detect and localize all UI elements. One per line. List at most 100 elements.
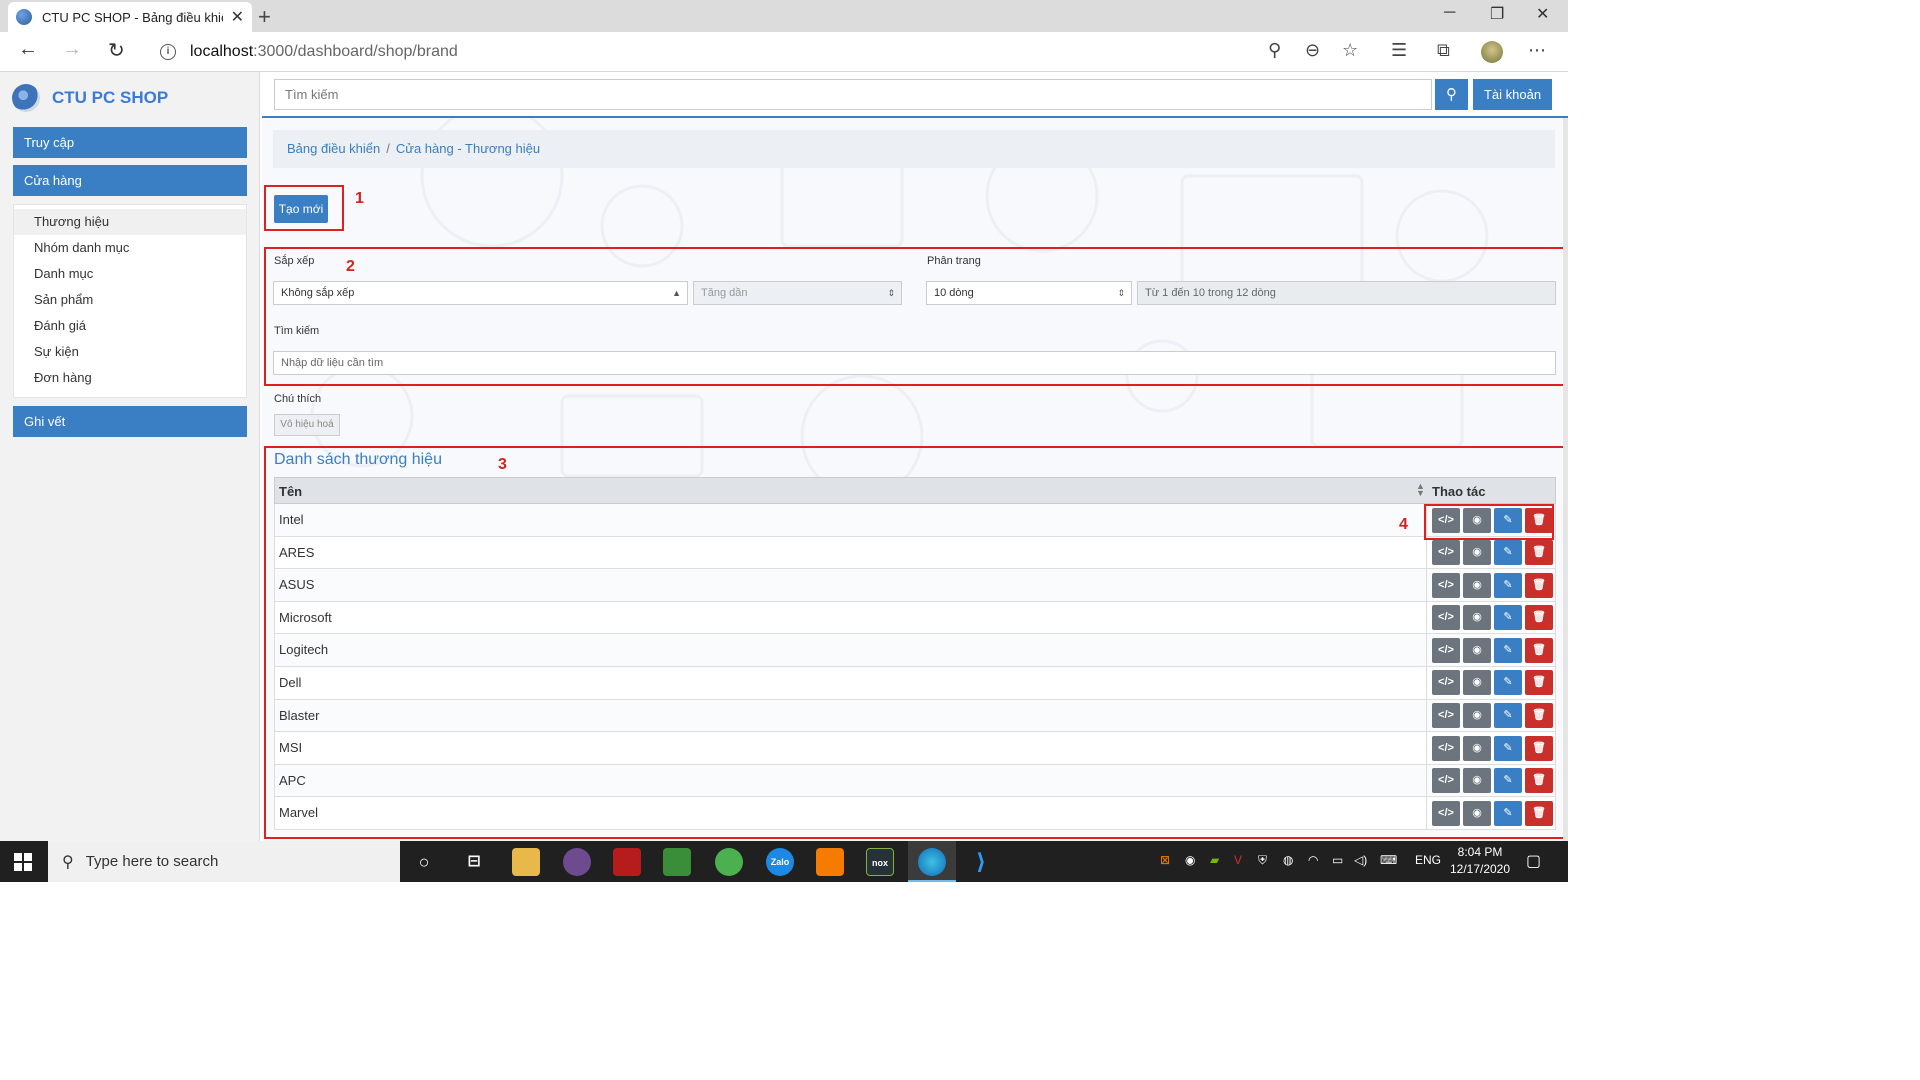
- view-button[interactable]: ◉: [1463, 637, 1491, 663]
- volume-icon[interactable]: ◁): [1354, 853, 1367, 867]
- security-tray-icon[interactable]: ⛨: [1258, 853, 1267, 868]
- delete-button[interactable]: 🗑: [1525, 670, 1553, 696]
- delete-button[interactable]: 🗑: [1525, 572, 1553, 598]
- favorite-star-icon[interactable]: ☆: [1342, 40, 1358, 61]
- edit-button[interactable]: ✎: [1494, 800, 1522, 826]
- forward-icon[interactable]: →: [62, 38, 82, 61]
- close-tab-icon[interactable]: ✕: [231, 7, 244, 27]
- code-button[interactable]: </>: [1432, 605, 1460, 631]
- collections-icon[interactable]: ⧉: [1437, 40, 1450, 61]
- cortana-icon[interactable]: ○: [410, 848, 438, 876]
- taskbar-search[interactable]: ⚲ Type here to search: [48, 841, 400, 882]
- zoom-icon[interactable]: ⊖: [1305, 40, 1320, 61]
- column-header-name[interactable]: Tên: [279, 484, 302, 499]
- breadcrumb-current[interactable]: Cửa hàng - Thương hiệu: [396, 141, 540, 156]
- chart-app-icon[interactable]: [663, 848, 691, 876]
- sidebar-item-category[interactable]: Danh mục: [14, 261, 246, 287]
- edge-taskbar-active[interactable]: [908, 841, 956, 882]
- edit-button[interactable]: ✎: [1494, 540, 1522, 566]
- view-button[interactable]: ◉: [1463, 670, 1491, 696]
- code-button[interactable]: </>: [1432, 572, 1460, 598]
- zalo-icon[interactable]: Zalo: [766, 848, 794, 876]
- delete-button[interactable]: 🗑: [1525, 703, 1553, 729]
- language-indicator[interactable]: ENG: [1415, 853, 1441, 867]
- code-button[interactable]: </>: [1432, 637, 1460, 663]
- delete-button[interactable]: 🗑: [1525, 605, 1553, 631]
- maximize-icon[interactable]: ❐: [1490, 4, 1504, 24]
- delete-button[interactable]: 🗑: [1525, 800, 1553, 826]
- favorites-list-icon[interactable]: ☰: [1391, 40, 1407, 61]
- edit-button[interactable]: ✎: [1494, 670, 1522, 696]
- table-search-input[interactable]: Nhập dữ liệu cần tìm: [273, 351, 1556, 375]
- code-button[interactable]: </>: [1432, 703, 1460, 729]
- code-button[interactable]: </>: [1432, 800, 1460, 826]
- delete-button[interactable]: 🗑: [1525, 637, 1553, 663]
- nox-icon[interactable]: nox: [866, 848, 894, 876]
- paging-select[interactable]: 10 dòng ⇕: [926, 281, 1132, 305]
- profile-avatar[interactable]: [1481, 41, 1503, 63]
- zalo-tray-icon[interactable]: ◉: [1185, 853, 1195, 867]
- delete-button[interactable]: 🗑: [1525, 735, 1553, 761]
- brand[interactable]: CTU PC SHOP: [12, 84, 168, 112]
- reload-icon[interactable]: ↻: [108, 38, 125, 63]
- delete-button[interactable]: 🗑: [1525, 540, 1553, 566]
- sort-icon[interactable]: ▲ ▼: [1416, 482, 1425, 498]
- main-scrollbar[interactable]: [1563, 118, 1568, 841]
- url-field[interactable]: i localhost:3000/dashboard/shop/brand: [148, 36, 1378, 68]
- code-button[interactable]: </>: [1432, 768, 1460, 794]
- edit-button[interactable]: ✎: [1494, 703, 1522, 729]
- sidebar-section-access[interactable]: Truy cập: [13, 127, 247, 158]
- code-button[interactable]: </>: [1432, 735, 1460, 761]
- sidebar-section-log[interactable]: Ghi vết: [13, 406, 247, 437]
- view-button[interactable]: ◉: [1463, 605, 1491, 631]
- sidebar-section-shop[interactable]: Cửa hàng: [13, 165, 247, 196]
- key-icon[interactable]: ⚲: [1268, 40, 1281, 61]
- view-button[interactable]: ◉: [1463, 572, 1491, 598]
- create-new-button[interactable]: Tạo mới: [274, 195, 328, 223]
- view-button[interactable]: ◉: [1463, 768, 1491, 794]
- code-button[interactable]: </>: [1432, 540, 1460, 566]
- nox-tray-icon[interactable]: ◍: [1283, 853, 1293, 867]
- xampp-icon[interactable]: [816, 848, 844, 876]
- edit-button[interactable]: ✎: [1494, 768, 1522, 794]
- task-view-icon[interactable]: ⊟: [460, 848, 488, 876]
- view-button[interactable]: ◉: [1463, 703, 1491, 729]
- sidebar-item-review[interactable]: Đánh giá: [14, 313, 246, 339]
- top-search-input[interactable]: Tìm kiếm: [274, 79, 1432, 110]
- nvidia-tray-icon[interactable]: ▰: [1210, 853, 1219, 867]
- vietkey-tray-icon[interactable]: V: [1234, 853, 1242, 867]
- vscode-icon[interactable]: ⟩: [967, 848, 995, 876]
- edit-button[interactable]: ✎: [1494, 637, 1522, 663]
- view-button[interactable]: ◉: [1463, 735, 1491, 761]
- edit-button[interactable]: ✎: [1494, 605, 1522, 631]
- wifi-icon[interactable]: ◠: [1308, 853, 1318, 867]
- xampp-tray-icon[interactable]: ⊠: [1160, 853, 1170, 867]
- sidebar-item-brand[interactable]: Thương hiệu: [14, 209, 246, 235]
- minimize-icon[interactable]: ─: [1444, 4, 1455, 22]
- window-close-icon[interactable]: ✕: [1536, 4, 1549, 24]
- windows-start-icon[interactable]: [14, 853, 32, 871]
- file-explorer-icon[interactable]: [512, 848, 540, 876]
- code-button[interactable]: </>: [1432, 670, 1460, 696]
- view-button[interactable]: ◉: [1463, 800, 1491, 826]
- browser-tab[interactable]: CTU PC SHOP - Bảng điều khiển ✕: [8, 2, 252, 32]
- sidebar-item-event[interactable]: Sự kiện: [14, 339, 246, 365]
- account-button[interactable]: Tài khoản: [1473, 79, 1552, 110]
- search-button[interactable]: ⚲: [1435, 79, 1468, 110]
- github-icon[interactable]: [563, 848, 591, 876]
- coc-coc-icon[interactable]: [715, 848, 743, 876]
- view-button[interactable]: ◉: [1463, 540, 1491, 566]
- site-info-icon[interactable]: i: [160, 44, 176, 60]
- system-clock[interactable]: 8:04 PM 12/17/2020: [1442, 844, 1518, 878]
- breadcrumb-home[interactable]: Bảng điều khiển: [287, 141, 380, 156]
- delete-button[interactable]: 🗑: [1525, 768, 1553, 794]
- garena-icon[interactable]: [613, 848, 641, 876]
- sidebar-item-product[interactable]: Sản phẩm: [14, 287, 246, 313]
- more-menu-icon[interactable]: ⋯: [1528, 40, 1546, 61]
- back-icon[interactable]: ←: [18, 38, 38, 61]
- keyboard-icon[interactable]: ⌨: [1380, 853, 1397, 867]
- sort-order-select[interactable]: Tăng dần ⇕: [693, 281, 902, 305]
- new-tab-button[interactable]: +: [258, 4, 271, 30]
- sidebar-item-order[interactable]: Đơn hàng: [14, 365, 246, 391]
- edit-button[interactable]: ✎: [1494, 735, 1522, 761]
